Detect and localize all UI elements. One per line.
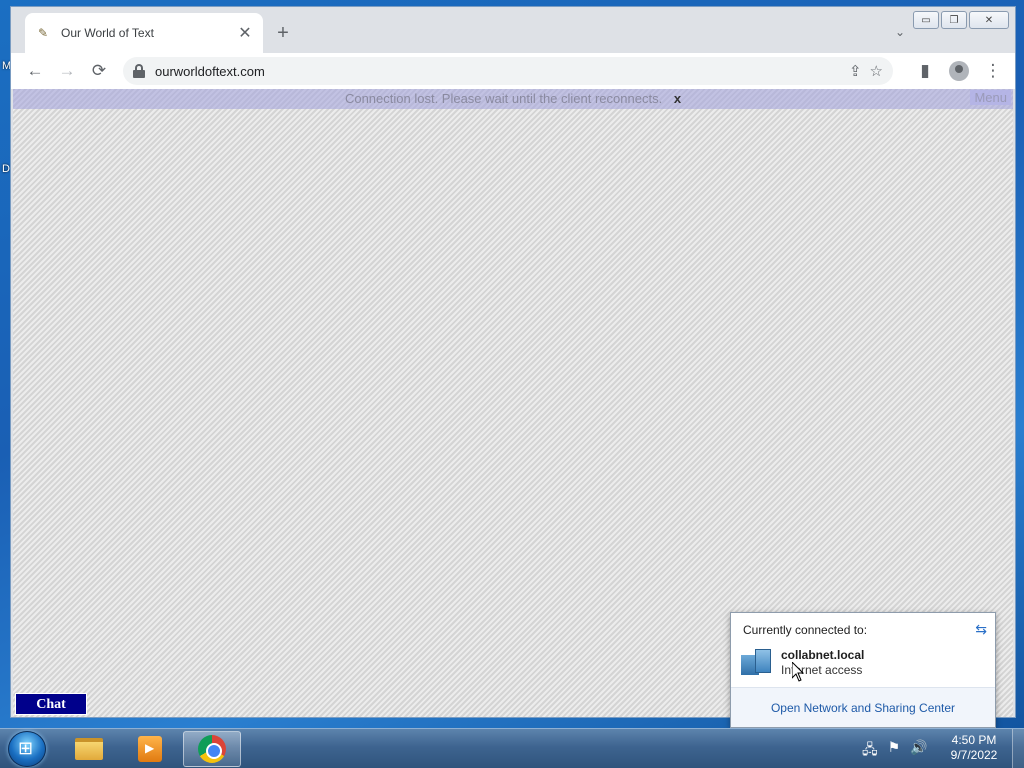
bookmark-star-icon[interactable]: ☆ — [870, 62, 883, 80]
tab-our-world-of-text[interactable]: ✎ Our World of Text ✕ — [25, 13, 263, 53]
network-computers-icon — [741, 649, 771, 675]
network-tray-icon[interactable]: 🖧 — [862, 739, 878, 763]
mouse-cursor-icon — [792, 662, 804, 682]
tab-title: Our World of Text — [61, 26, 154, 40]
lock-icon[interactable] — [133, 64, 145, 78]
banner-close-button[interactable]: x — [674, 91, 681, 106]
share-icon[interactable]: ⇪ — [849, 62, 862, 80]
show-desktop-button[interactable] — [1012, 729, 1024, 768]
clock-time: 4:50 PM — [951, 733, 997, 747]
close-tab-icon[interactable]: ✕ — [237, 23, 253, 43]
profile-avatar-icon[interactable] — [949, 61, 969, 81]
taskbar-file-explorer[interactable] — [60, 731, 118, 767]
chat-button[interactable]: Chat — [15, 693, 87, 715]
browser-toolbar: ← → ⟳ ourworldoftext.com ⇪ ☆ ▮ ⋮ — [11, 53, 1015, 89]
action-center-flag-icon[interactable]: ⚑ — [888, 739, 901, 763]
more-menu-icon[interactable]: ⋮ — [977, 55, 1009, 87]
flyout-heading: Currently connected to: — [743, 623, 868, 637]
favicon-icon: ✎ — [37, 26, 49, 40]
refresh-icon[interactable]: ⇆ — [975, 621, 987, 638]
clock-date: 9/7/2022 — [950, 748, 998, 762]
back-arrow-icon[interactable]: ← — [19, 55, 51, 87]
chrome-icon — [198, 735, 226, 763]
taskbar: 🖧 ⚑ 🔊 4:50 PM 9/7/2022 — [0, 728, 1024, 768]
system-tray: 🖧 ⚑ 🔊 — [862, 739, 928, 763]
taskbar-media-player[interactable] — [121, 731, 179, 767]
media-player-icon — [138, 736, 162, 762]
connection-lost-text: Connection lost. Please wait until the c… — [344, 91, 663, 106]
network-flyout: Currently connected to: ⇆ collabnet.loca… — [730, 612, 996, 728]
start-button-icon[interactable] — [8, 731, 46, 767]
desktop-icon-label: D — [2, 163, 10, 175]
connection-lost-banner: Connection lost. Please wait until the c… — [13, 89, 1013, 109]
volume-icon[interactable]: 🔊 — [910, 739, 927, 763]
reload-icon[interactable]: ⟳ — [83, 55, 115, 87]
taskbar-chrome[interactable] — [183, 731, 241, 767]
tab-search-chevron-down-icon[interactable]: ⌄ — [895, 25, 905, 39]
open-network-sharing-center-link[interactable]: Open Network and Sharing Center — [771, 701, 955, 715]
address-bar[interactable]: ourworldoftext.com ⇪ ☆ — [123, 57, 893, 85]
clock[interactable]: 4:50 PM 9/7/2022 — [944, 733, 1004, 763]
network-name[interactable]: collabnet.local — [781, 648, 864, 662]
flyout-footer: Open Network and Sharing Center — [731, 687, 995, 727]
menu-button[interactable]: Menu — [970, 90, 1011, 105]
url-text[interactable]: ourworldoftext.com — [155, 64, 849, 79]
side-panel-icon[interactable]: ▮ — [909, 55, 941, 87]
folder-icon — [75, 738, 103, 760]
new-tab-button[interactable]: + — [273, 23, 293, 43]
forward-arrow-icon[interactable]: → — [51, 55, 83, 87]
tab-strip: ✎ Our World of Text ✕ + ⌄ — [11, 7, 1015, 53]
